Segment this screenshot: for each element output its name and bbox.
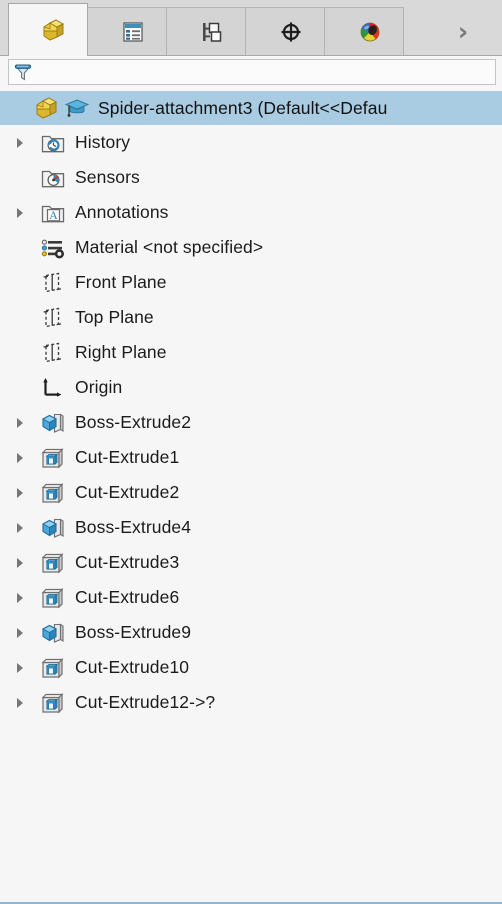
tree-item[interactable]: Sensors (0, 160, 502, 195)
expand-arrow-icon[interactable] (12, 452, 28, 463)
property-manager-icon (120, 19, 146, 45)
tab-overflow-chevron-icon[interactable]: › (450, 17, 476, 45)
tree-item-label: Material <not specified> (75, 237, 264, 257)
tree-item[interactable]: Front Plane (0, 265, 502, 300)
tree-item[interactable]: Right Plane (0, 335, 502, 370)
display-manager-sphere-icon (357, 19, 383, 45)
part-yellow-icon (41, 17, 67, 43)
manager-tab-bar: › (0, 0, 502, 56)
cut-extrude-icon (40, 550, 66, 576)
folder-sensors-icon (40, 165, 66, 191)
filter-input[interactable] (34, 60, 495, 84)
plane-icon (40, 270, 66, 296)
boss-extrude-icon (40, 410, 66, 436)
svg-text:A: A (49, 208, 58, 222)
design-tree[interactable]: Spider-attachment3 (Default<<Defau Histo… (0, 89, 502, 904)
tree-item[interactable]: A Annotations (0, 195, 502, 230)
tab-configuration-manager[interactable] (166, 7, 246, 55)
tab-property-manager[interactable] (87, 7, 167, 55)
tree-item-label: Cut-Extrude3 (75, 552, 180, 572)
tree-item-label: Right Plane (75, 342, 167, 362)
tree-item-label: Top Plane (75, 307, 154, 327)
expand-arrow-icon[interactable] (12, 487, 28, 498)
cut-extrude-icon (40, 655, 66, 681)
expand-arrow-icon[interactable] (12, 137, 28, 148)
tree-item-label: Annotations (75, 202, 169, 222)
expand-arrow-icon[interactable] (12, 592, 28, 603)
plane-icon (40, 340, 66, 366)
tree-item-list: History Sensors A Annotations Material <… (0, 125, 502, 720)
tree-item[interactable]: Boss-Extrude4 (0, 510, 502, 545)
dimxpert-target-icon (278, 19, 304, 45)
cut-extrude-icon (40, 445, 66, 471)
tree-item-label: Boss-Extrude2 (75, 412, 192, 432)
tree-item-label: Sensors (75, 167, 140, 187)
expand-arrow-icon[interactable] (12, 522, 28, 533)
tree-item-label: Cut-Extrude10 (75, 657, 190, 677)
tree-item-label: Front Plane (75, 272, 167, 292)
folder-history-icon (40, 130, 66, 156)
graduation-cap-icon (64, 95, 90, 121)
tree-item-label: Boss-Extrude9 (75, 622, 192, 642)
boss-extrude-icon (40, 620, 66, 646)
tree-item[interactable]: Cut-Extrude1 (0, 440, 502, 475)
boss-extrude-icon (40, 515, 66, 541)
tree-item[interactable]: Cut-Extrude2 (0, 475, 502, 510)
tree-item[interactable]: Cut-Extrude12->? (0, 685, 502, 720)
origin-icon (40, 375, 66, 401)
tree-item[interactable]: Origin (0, 370, 502, 405)
cut-extrude-icon (40, 690, 66, 716)
material-icon (40, 235, 66, 261)
tree-item[interactable]: Material <not specified> (0, 230, 502, 265)
tab-dimxpert-manager[interactable] (245, 7, 325, 55)
tree-root-label: Spider-attachment3 (Default<<Defau (98, 97, 388, 118)
tree-item-label: Cut-Extrude2 (75, 482, 180, 502)
expand-arrow-icon[interactable] (12, 417, 28, 428)
expand-arrow-icon[interactable] (12, 207, 28, 218)
feature-manager-panel: › Spider-attachment3 (Default<<Defau His… (0, 0, 502, 904)
tree-item-label: Boss-Extrude4 (75, 517, 192, 537)
cut-extrude-icon (40, 480, 66, 506)
funnel-filter-icon[interactable] (12, 61, 34, 83)
tree-item-label: Cut-Extrude12->? (75, 692, 216, 712)
folder-annotations-icon: A (40, 200, 66, 226)
plane-icon (40, 305, 66, 331)
filter-bar-container (0, 56, 502, 89)
tree-root-item[interactable]: Spider-attachment3 (Default<<Defau (0, 91, 502, 125)
tree-item-label: Origin (75, 377, 123, 397)
tab-feature-manager[interactable] (8, 3, 88, 56)
tree-item[interactable]: Cut-Extrude6 (0, 580, 502, 615)
tree-item[interactable]: History (0, 125, 502, 160)
tree-item[interactable]: Cut-Extrude10 (0, 650, 502, 685)
tree-item[interactable]: Top Plane (0, 300, 502, 335)
filter-bar[interactable] (8, 59, 496, 85)
expand-arrow-icon[interactable] (12, 627, 28, 638)
tree-item[interactable]: Cut-Extrude3 (0, 545, 502, 580)
tree-item[interactable]: Boss-Extrude2 (0, 405, 502, 440)
tree-item-label: History (75, 132, 131, 152)
tab-display-manager[interactable] (324, 7, 404, 55)
tree-item-label: Cut-Extrude1 (75, 447, 180, 467)
tree-item[interactable]: Boss-Extrude9 (0, 615, 502, 650)
expand-arrow-icon[interactable] (12, 557, 28, 568)
expand-arrow-icon[interactable] (12, 662, 28, 673)
part-yellow-icon (34, 95, 60, 121)
cut-extrude-icon (40, 585, 66, 611)
configuration-manager-icon (199, 19, 225, 45)
expand-arrow-icon[interactable] (12, 697, 28, 708)
tree-item-label: Cut-Extrude6 (75, 587, 180, 607)
